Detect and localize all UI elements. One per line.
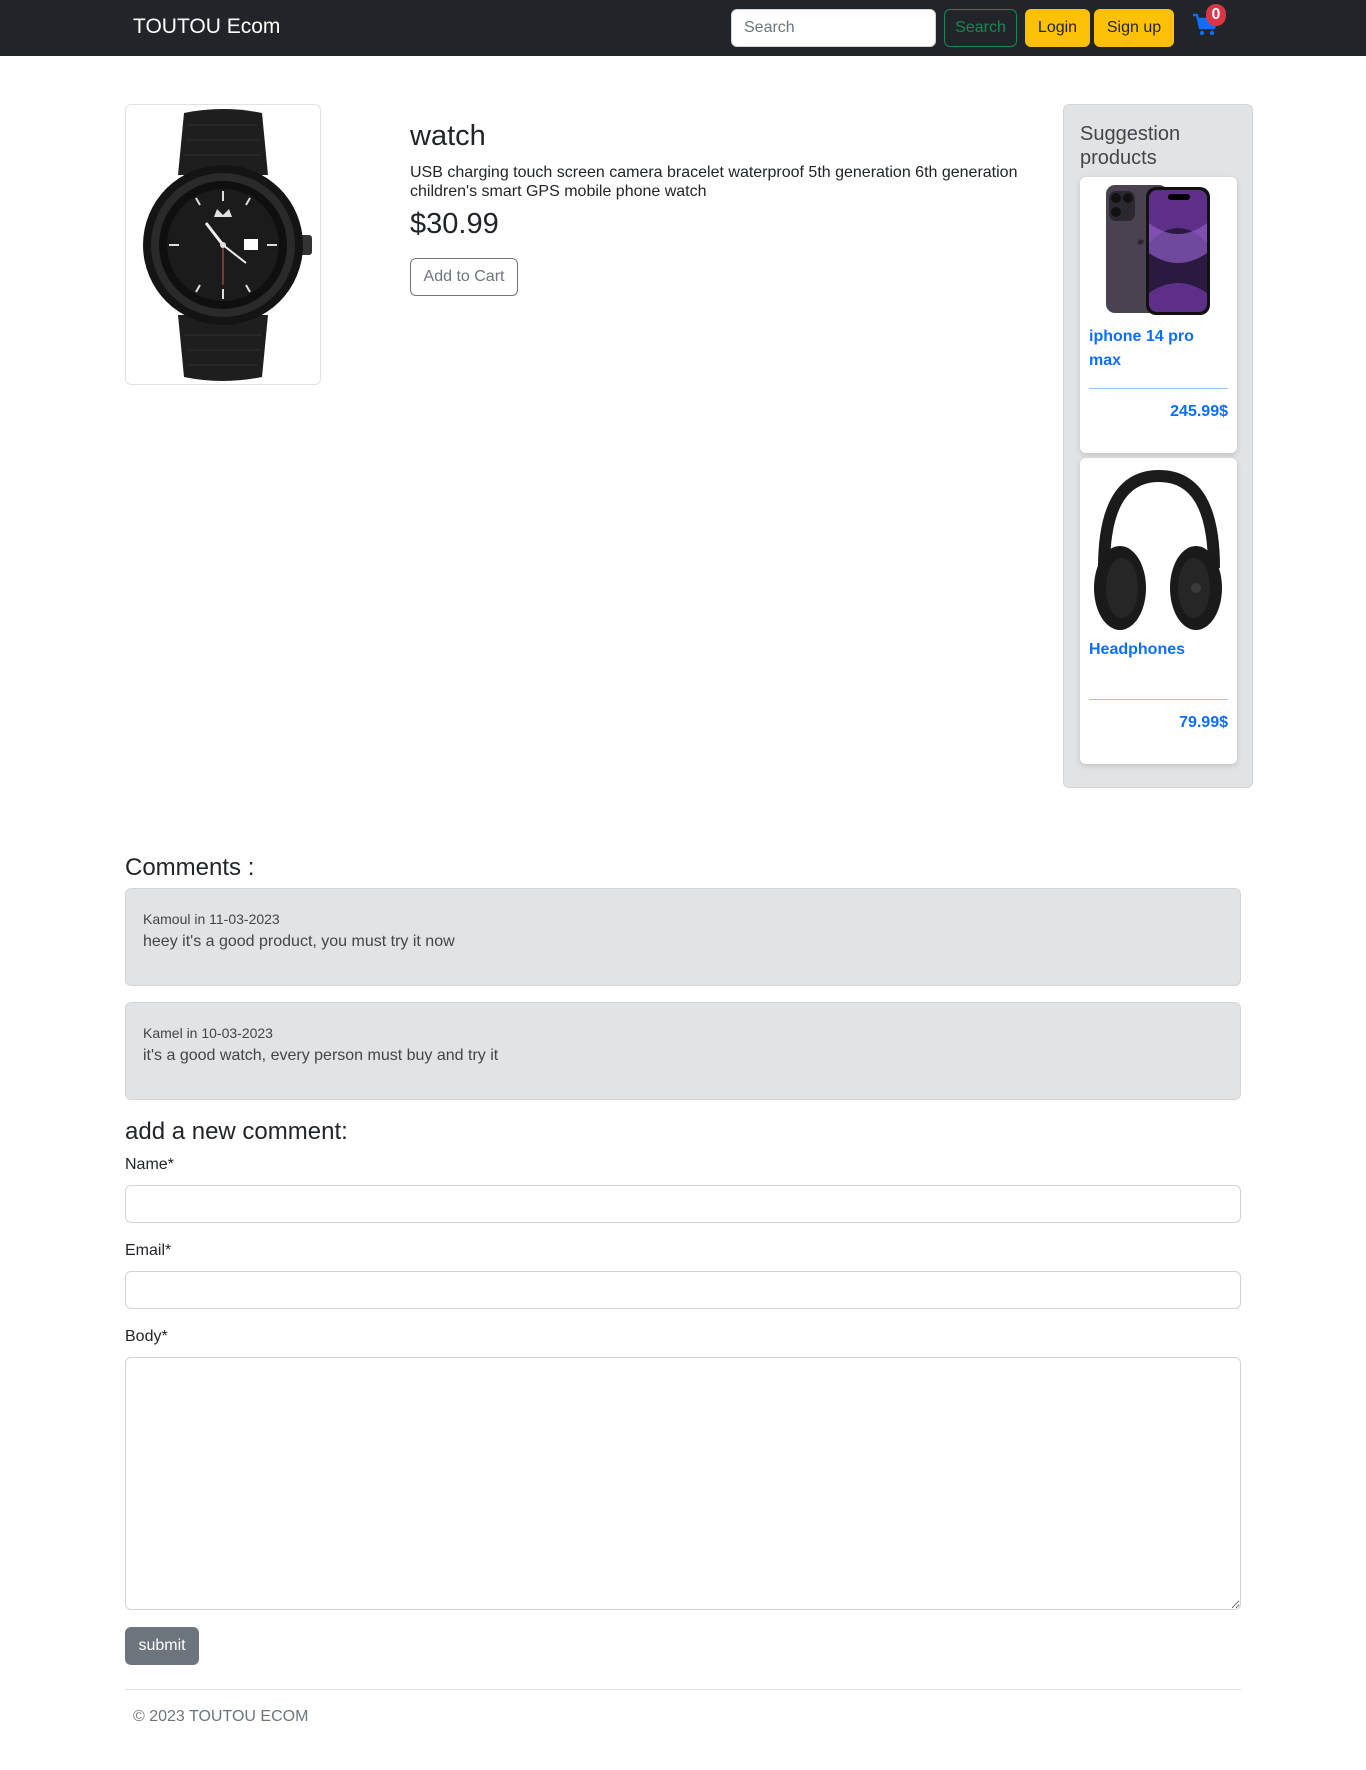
body-label: Body* <box>125 1328 168 1345</box>
suggestion-panel: Suggestion products iphone 14 pro max 24… <box>1063 104 1253 788</box>
brand-logo[interactable]: TOUTOU Ecom <box>133 15 280 39</box>
search-button[interactable]: Search <box>944 9 1017 47</box>
comment-body: heey it's a good product, you must try i… <box>143 933 455 950</box>
suggestion-price: 79.99$ <box>1179 714 1228 731</box>
suggestion-card[interactable]: Headphones 79.99$ <box>1080 458 1237 764</box>
comment-item: Kamoul in 11-03-2023 heey it's a good pr… <box>125 888 1241 986</box>
suggestion-name[interactable]: Headphones <box>1089 638 1229 662</box>
watch-image-icon <box>143 109 312 381</box>
footer-divider <box>125 1689 1241 1690</box>
suggestion-card[interactable]: iphone 14 pro max 245.99$ <box>1080 177 1237 453</box>
email-field[interactable] <box>125 1271 1241 1309</box>
product-image <box>125 104 321 385</box>
suggestion-title: Suggestion products <box>1080 123 1181 169</box>
product-price: $30.99 <box>410 208 499 240</box>
comment-meta: Kamel in 10-03-2023 <box>143 1025 273 1041</box>
cart-count-badge: 0 <box>1206 4 1226 26</box>
footer-copyright: © 2023 TOUTOU ECOM <box>133 1708 309 1725</box>
submit-button[interactable]: submit <box>125 1627 199 1665</box>
body-textarea[interactable] <box>125 1357 1241 1610</box>
divider <box>1089 388 1228 389</box>
product-description: USB charging touch screen camera bracele… <box>410 164 1018 200</box>
add-to-cart-button[interactable]: Add to Cart <box>410 258 518 296</box>
comments-heading: Comments : <box>125 854 255 881</box>
add-comment-heading: add a new comment: <box>125 1118 348 1145</box>
product-title: watch <box>410 120 486 152</box>
login-button[interactable]: Login <box>1025 9 1090 47</box>
divider <box>1089 699 1228 700</box>
suggestion-price: 245.99$ <box>1170 403 1228 420</box>
comment-body: it's a good watch, every person must buy… <box>143 1047 499 1064</box>
navbar: TOUTOU Ecom Search Login Sign up 0 <box>0 0 1366 56</box>
comment-meta: Kamoul in 11-03-2023 <box>143 911 280 927</box>
email-label: Email* <box>125 1242 172 1259</box>
suggestion-name[interactable]: iphone 14 pro max <box>1089 325 1229 373</box>
phone-image-icon <box>1106 185 1210 315</box>
signup-button[interactable]: Sign up <box>1094 9 1174 47</box>
headphones-image-icon <box>1094 469 1222 630</box>
name-label: Name* <box>125 1156 174 1173</box>
name-field[interactable] <box>125 1185 1241 1223</box>
search-input[interactable] <box>731 9 936 47</box>
comment-item: Kamel in 10-03-2023 it's a good watch, e… <box>125 1002 1241 1100</box>
